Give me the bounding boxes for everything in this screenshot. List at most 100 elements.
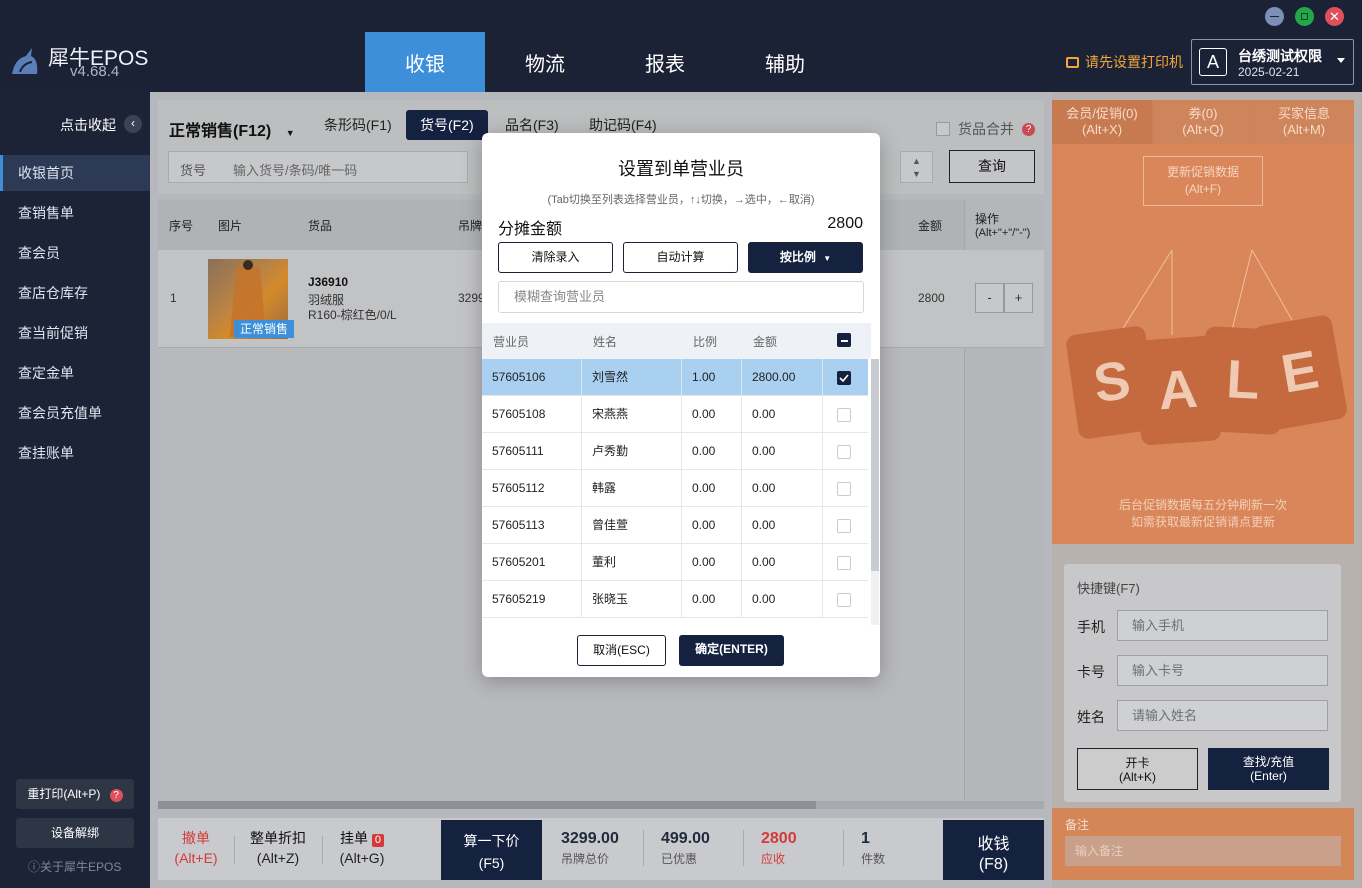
scrollbar-thumb[interactable] <box>158 801 816 809</box>
checkout-button[interactable]: 收钱 (F8) <box>943 820 1044 880</box>
staff-row[interactable]: 57605112 韩露 0.00 0.00 <box>482 470 868 507</box>
increase-button[interactable]: + <box>1004 283 1033 313</box>
nav-reports[interactable]: 报表 <box>605 32 725 92</box>
staff-search-input[interactable]: 模糊查询营业员 <box>498 281 864 313</box>
printer-warning[interactable]: 请先设置打印机 <box>1066 52 1183 72</box>
staff-row[interactable]: 57605108 宋燕燕 0.00 0.00 <box>482 396 868 433</box>
ratio-input[interactable]: 0.00 <box>682 396 742 433</box>
sale-type-select[interactable]: 正常销售(F12) ▼ <box>169 117 295 141</box>
amount-input[interactable]: 0.00 <box>742 470 823 507</box>
decrease-button[interactable]: - <box>975 283 1004 313</box>
staff-id: 57605219 <box>482 581 582 618</box>
account-selector[interactable]: A 台绣测试权限 2025-02-21 <box>1191 39 1354 85</box>
staff-table-scrollbar[interactable] <box>871 359 879 625</box>
merge-checkbox[interactable] <box>936 122 950 136</box>
phone-input[interactable]: 输入手机 <box>1117 610 1328 641</box>
tab-coupons[interactable]: 券(0) (Alt+Q) <box>1153 100 1253 144</box>
merge-option[interactable]: 货品合并 ? <box>936 119 1035 139</box>
amount-input[interactable]: 2800.00 <box>742 359 823 396</box>
row-checkbox[interactable] <box>837 556 851 570</box>
reprint-button[interactable]: 重打印(Alt+P) ? <box>16 779 134 809</box>
minimize-icon <box>1270 16 1279 17</box>
row-checkbox[interactable] <box>837 408 851 422</box>
minimize-button[interactable] <box>1265 7 1284 26</box>
row-checkbox[interactable] <box>837 519 851 533</box>
sale-type-tag: 正常销售 <box>234 320 294 338</box>
sidebar-item-cashier-home[interactable]: 收银首页 <box>0 155 150 191</box>
row-checkbox[interactable] <box>837 482 851 496</box>
scrollbar-thumb[interactable] <box>871 359 879 571</box>
device-unbind-button[interactable]: 设备解绑 <box>16 818 134 848</box>
ratio-input[interactable]: 0.00 <box>682 507 742 544</box>
row-checkbox[interactable] <box>837 371 851 385</box>
discounted-value: 499.00 <box>661 830 710 847</box>
sidebar-item-promotions[interactable]: 查当前促销 <box>0 315 150 351</box>
sidebar-collapse-label[interactable]: 点击收起 <box>60 115 116 135</box>
cancel-button[interactable]: 取消(ESC) <box>577 635 666 666</box>
staff-row[interactable]: 57605201 董利 0.00 0.00 <box>482 544 868 581</box>
sidebar-item-sales-orders[interactable]: 查销售单 <box>0 195 150 231</box>
select-all-checkbox[interactable] <box>837 333 851 347</box>
item-tag-price: 3299 <box>458 291 485 305</box>
item-search-input[interactable]: 货号 输入货号/条码/唯一码 <box>168 151 468 183</box>
chevron-left-icon[interactable]: ‹ <box>124 115 142 133</box>
amount-input[interactable]: 0.00 <box>742 581 823 618</box>
amount-input[interactable]: 0.00 <box>742 507 823 544</box>
tab-buyer-info[interactable]: 买家信息 (Alt+M) <box>1254 100 1354 144</box>
amount-input[interactable]: 0.00 <box>742 396 823 433</box>
find-recharge-button[interactable]: 查找/充值 (Enter) <box>1208 748 1329 790</box>
minus-icon <box>841 340 848 342</box>
confirm-button[interactable]: 确定(ENTER) <box>679 635 784 666</box>
hold-count-badge: 0 <box>371 834 384 847</box>
sidebar-item-deposits[interactable]: 查定金单 <box>0 355 150 391</box>
horizontal-scrollbar[interactable] <box>158 801 1044 809</box>
stepper-control[interactable]: ▲ ▼ <box>900 151 933 183</box>
discount-button[interactable]: 整单折扣 (Alt+Z) <box>244 828 312 866</box>
revoke-button[interactable]: 撤单 (Alt+E) <box>166 828 226 866</box>
row-checkbox[interactable] <box>837 445 851 459</box>
close-window-button[interactable]: ✕ <box>1325 7 1344 26</box>
tab-barcode[interactable]: 条形码(F1) <box>310 110 406 140</box>
sidebar-item-credit[interactable]: 查挂账单 <box>0 435 150 471</box>
name-input[interactable]: 请输入姓名 <box>1117 700 1328 731</box>
account-name: 台绣测试权限 <box>1238 48 1322 64</box>
staff-row[interactable]: 57605106 刘雪然 1.00 2800.00 <box>482 359 868 396</box>
item-count: 1 件数 <box>853 830 923 867</box>
amount-input[interactable]: 0.00 <box>742 433 823 470</box>
hold-button[interactable]: 挂单 0 (Alt+G) <box>332 828 392 866</box>
clear-input-button[interactable]: 清除录入 <box>498 242 613 273</box>
sidebar-item-recharges[interactable]: 查会员充值单 <box>0 395 150 431</box>
nav-assist[interactable]: 辅助 <box>725 32 845 92</box>
printer-warning-text: 请先设置打印机 <box>1085 54 1183 70</box>
tab-member-promo[interactable]: 会员/促销(0) (Alt+X) <box>1052 100 1152 144</box>
sidebar-item-members[interactable]: 查会员 <box>0 235 150 271</box>
tab-item-number[interactable]: 货号(F2) <box>406 110 488 140</box>
promo-note: 后台促销数据每五分钟刷新一次 如需获取最新促销请点更新 <box>1052 497 1354 531</box>
auto-calc-button[interactable]: 自动计算 <box>623 242 738 273</box>
card-input[interactable]: 输入卡号 <box>1117 655 1328 686</box>
staff-row[interactable]: 57605219 张晓玉 0.00 0.00 <box>482 581 868 618</box>
calc-price-button[interactable]: 算一下价 (F5) <box>441 820 542 880</box>
ratio-input[interactable]: 0.00 <box>682 433 742 470</box>
about-link[interactable]: ⓘ关于犀牛EPOS <box>28 858 121 875</box>
maximize-button[interactable] <box>1295 7 1314 26</box>
nav-logistics[interactable]: 物流 <box>485 32 605 92</box>
query-button[interactable]: 查询 <box>949 150 1035 183</box>
ratio-input[interactable]: 1.00 <box>682 359 742 396</box>
sidebar-item-inventory[interactable]: 查店仓库存 <box>0 275 150 311</box>
col-staff-name: 姓名 <box>593 335 618 349</box>
printer-icon <box>1066 56 1079 68</box>
ratio-input[interactable]: 0.00 <box>682 470 742 507</box>
staff-row[interactable]: 57605113 曾佳萱 0.00 0.00 <box>482 507 868 544</box>
staff-row[interactable]: 57605111 卢秀勤 0.00 0.00 <box>482 433 868 470</box>
nav-cashier[interactable]: 收银 <box>365 32 485 92</box>
remark-input[interactable]: 输入备注 <box>1065 836 1341 866</box>
amount-input[interactable]: 0.00 <box>742 544 823 581</box>
close-icon: ✕ <box>1329 9 1340 24</box>
by-ratio-dropdown[interactable]: 按比例 ▼ <box>748 242 863 273</box>
update-promo-button[interactable]: 更新促销数据 (Alt+F) <box>1143 156 1263 206</box>
ratio-input[interactable]: 0.00 <box>682 581 742 618</box>
ratio-input[interactable]: 0.00 <box>682 544 742 581</box>
open-card-button[interactable]: 开卡 (Alt+K) <box>1077 748 1198 790</box>
row-checkbox[interactable] <box>837 593 851 607</box>
